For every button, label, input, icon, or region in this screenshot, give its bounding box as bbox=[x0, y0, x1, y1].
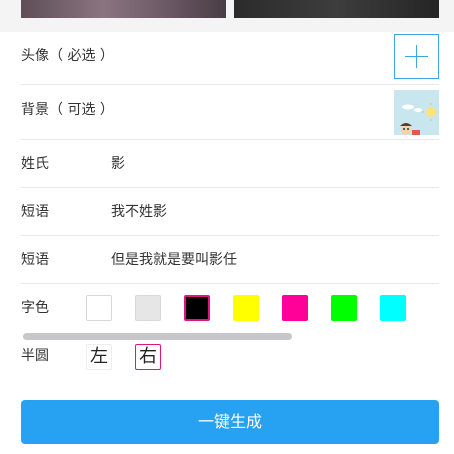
font-color-label: 字色 bbox=[21, 300, 49, 316]
color-swatch[interactable] bbox=[331, 295, 357, 321]
half-circle-label: 半圆 bbox=[21, 348, 49, 364]
avatar-label: 头像（ 必选 ） bbox=[21, 48, 114, 64]
phrase-row-1[interactable]: 短语 我不姓影 bbox=[21, 202, 439, 224]
add-avatar-button[interactable] bbox=[394, 34, 439, 79]
preview-image-left[interactable] bbox=[21, 0, 226, 18]
divider bbox=[21, 235, 439, 236]
surname-label: 姓氏 bbox=[21, 156, 49, 172]
divider bbox=[21, 139, 439, 140]
generate-button[interactable]: 一键生成 bbox=[21, 400, 439, 444]
phrase-field-1[interactable]: 我不姓影 bbox=[111, 202, 167, 222]
color-swatch[interactable] bbox=[233, 295, 259, 321]
surname-field[interactable]: 影 bbox=[111, 154, 125, 174]
half-circle-row: 半圆 左 右 bbox=[21, 344, 439, 372]
background-row: 背景（ 可选 ） bbox=[21, 90, 439, 135]
color-swatch[interactable] bbox=[135, 295, 161, 321]
half-circle-right-option[interactable]: 右 bbox=[135, 344, 161, 370]
half-circle-left-option[interactable]: 左 bbox=[86, 344, 112, 370]
horizontal-scrollbar[interactable] bbox=[23, 333, 292, 340]
background-label: 背景（ 可选 ） bbox=[21, 102, 114, 118]
surname-row[interactable]: 姓氏 影 bbox=[21, 154, 439, 176]
phrase-label-1: 短语 bbox=[21, 204, 49, 220]
font-color-row: 字色 bbox=[21, 295, 439, 323]
top-thumbnail-strip bbox=[0, 0, 454, 32]
preview-image-right[interactable] bbox=[234, 0, 439, 18]
background-image-icon bbox=[394, 90, 439, 135]
phrase-row-2[interactable]: 短语 但是我就是要叫影任 bbox=[21, 250, 439, 272]
divider bbox=[21, 283, 439, 284]
divider bbox=[21, 84, 439, 85]
phrase-field-2[interactable]: 但是我就是要叫影任 bbox=[111, 250, 237, 270]
phrase-label-2: 短语 bbox=[21, 252, 49, 268]
background-thumbnail[interactable] bbox=[394, 90, 439, 135]
color-swatch[interactable] bbox=[184, 295, 210, 321]
color-swatch[interactable] bbox=[380, 295, 406, 321]
color-swatch[interactable] bbox=[86, 295, 112, 321]
color-swatch[interactable] bbox=[282, 295, 308, 321]
avatar-row: 头像（ 必选 ） bbox=[21, 34, 439, 79]
divider bbox=[21, 187, 439, 188]
